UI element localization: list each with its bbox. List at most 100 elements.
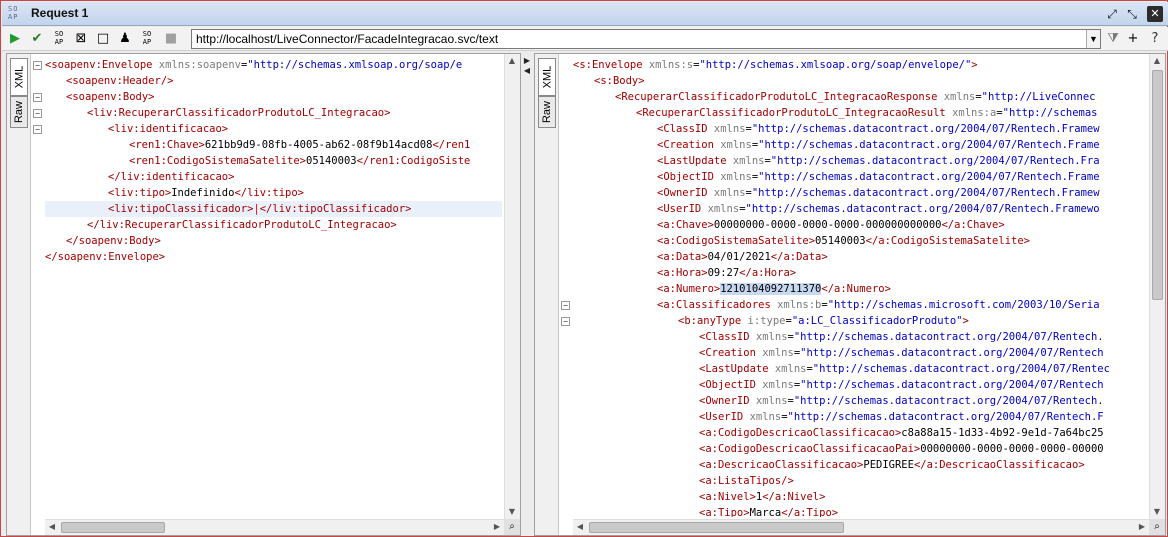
xml-token-tag: <a:Chave> (657, 219, 714, 231)
xml-token-val: "a:LC_ClassificadorProduto" (791, 315, 963, 327)
fold-toggle-icon[interactable]: − (33, 125, 42, 134)
xml-token-tag: </ren1:CodigoSiste (356, 155, 471, 167)
xml-line: <liv:tipo>Indefinido</liv:tipo> (45, 185, 304, 201)
user-icon[interactable]: ♟ (116, 30, 134, 48)
request-xml-editor[interactable]: <soapenv:Envelope xmlns:soapenv="http://… (45, 57, 502, 517)
scroll-right-icon[interactable]: ▶ (490, 520, 504, 534)
xml-token-tag: <Creation (699, 347, 763, 359)
xml-line: <liv:tipoClassificador>|</liv:tipoClassi… (45, 201, 502, 217)
scroll-thumb[interactable] (61, 522, 165, 533)
xml-line: <LastUpdate xmlns="http://schemas.dataco… (573, 361, 1110, 377)
xml-line: <a:Tipo>Marca</a:Tipo> (573, 505, 838, 517)
soap-icon[interactable]: SO AP (50, 30, 68, 48)
plus-icon[interactable]: + (1124, 30, 1142, 48)
vertical-scrollbar[interactable]: ▲ ▼ (1149, 54, 1165, 519)
xml-line: <b:anyType i:type="a:LC_ClassificadorPro… (573, 313, 969, 329)
xml-token-attr: xmlns (713, 123, 746, 135)
xml-token-val: "http://schemas.datacontract.org/2004/07… (793, 331, 1104, 343)
xml-token-tag: <UserID (657, 203, 708, 215)
tab-raw[interactable]: Raw (10, 96, 28, 128)
vertical-scrollbar[interactable]: ▲ ▼ (504, 54, 520, 519)
fit-icon[interactable]: ⊠ (72, 30, 90, 48)
xml-token-tag: <a:Nivel> (699, 491, 756, 503)
response-xml-viewer[interactable]: <s:Envelope xmlns:s="http://schemas.xmls… (573, 57, 1147, 517)
scroll-up-icon[interactable]: ▲ (505, 54, 519, 68)
endpoint-url-field[interactable]: http://localhost/LiveConnector/FacadeInt… (191, 29, 1101, 49)
xml-token-tag: <soapenv:Body> (66, 91, 155, 103)
xml-token-tag: <liv:tipo> (108, 187, 172, 199)
soap-logo-icon: SO AP (8, 5, 19, 21)
soap-doc-icon[interactable]: SO AP (138, 30, 156, 48)
xml-token-tag: <RecuperarClassificadorProdutoLC_Integra… (615, 91, 944, 103)
xml-token-tag: > (971, 59, 978, 71)
scroll-down-icon[interactable]: ▼ (1150, 505, 1164, 519)
request-view-tabs: XML Raw (7, 54, 31, 535)
xml-token-txt: 00000000-0000-0000-0000-00000 (920, 443, 1104, 455)
xml-token-tag: </a:Numero> (821, 283, 891, 295)
filter-icon[interactable]: ⧩ (1104, 30, 1122, 48)
xml-line: <ObjectID xmlns="http://schemas.datacont… (573, 169, 1100, 185)
detach-icon[interactable]: ⤢ (1104, 6, 1120, 22)
tab-xml[interactable]: XML (10, 58, 28, 96)
xml-line: <soapenv:Header/> (45, 73, 173, 89)
xml-token-tag: </soapenv:Body> (66, 235, 161, 247)
scroll-down-icon[interactable]: ▼ (505, 505, 519, 519)
window-title: Request 1 (31, 6, 89, 20)
xml-token-tag: <liv:identificacao> (108, 123, 229, 135)
xml-token-tag: <s:Envelope (573, 59, 649, 71)
xml-token-tag: <Creation (657, 139, 721, 151)
maximize-icon[interactable]: ⤡ (1124, 6, 1140, 22)
xml-token-tag: </a:Chave> (941, 219, 1005, 231)
panel-splitter[interactable]: ▶ ◀ (521, 53, 533, 536)
horizontal-scrollbar[interactable]: ◀ ▶ (573, 519, 1149, 535)
close-icon[interactable]: ✕ (1147, 6, 1163, 22)
soapui-request-window: SO AP Request 1 ⤢ ⤡ ✕ ▶ ✔ SO AP ⊠ □ ♟ SO AP… (0, 0, 1168, 537)
help-icon[interactable]: ? (1146, 30, 1164, 48)
scroll-left-icon[interactable]: ◀ (573, 520, 587, 534)
response-view-tabs: XML Raw (535, 54, 559, 535)
xml-token-attr: xmlns (732, 155, 765, 167)
xml-token-attr: xmlns (720, 171, 752, 183)
xml-token-val: "http://schemas.datacontract.org/2004/07… (800, 379, 1104, 391)
xml-token-txt: 05140003 (306, 155, 357, 167)
xml-line: </soapenv:Body> (45, 233, 161, 249)
check-icon[interactable]: ✔ (28, 30, 46, 48)
xml-token-tag: <a:Tipo> (699, 507, 750, 517)
fold-toggle-icon[interactable]: − (561, 301, 570, 310)
xml-line: <RecuperarClassificadorProdutoLC_Integra… (573, 105, 1098, 121)
xml-line: <LastUpdate xmlns="http://schemas.dataco… (573, 153, 1100, 169)
collapse-right-icon[interactable]: ▶ (523, 57, 531, 65)
xml-token-tag: > (962, 315, 969, 327)
xml-token-txt: Marca (749, 507, 782, 517)
fold-toggle-icon[interactable]: − (561, 317, 570, 326)
fold-gutter: − − (559, 54, 573, 535)
play-icon[interactable]: ▶ (6, 30, 24, 48)
xml-line: <OwnerID xmlns="http://schemas.datacontr… (573, 393, 1104, 409)
scroll-thumb[interactable] (1152, 70, 1163, 300)
scroll-left-icon[interactable]: ◀ (45, 520, 59, 534)
tab-raw[interactable]: Raw (538, 96, 556, 128)
zoom-icon[interactable]: ⌕ (504, 519, 520, 535)
tab-xml[interactable]: XML (538, 58, 556, 96)
xml-token-val: "http://schemas.datacontract.org/2004/07… (793, 395, 1104, 407)
collapse-left-icon[interactable]: ◀ (523, 67, 531, 75)
horizontal-scrollbar[interactable]: ◀ ▶ (45, 519, 504, 535)
zoom-icon[interactable]: ⌕ (1149, 519, 1165, 535)
xml-token-tag: <ClassID (699, 331, 756, 343)
fold-toggle-icon[interactable]: − (33, 93, 42, 102)
xml-token-txt: Indefinido (171, 187, 235, 199)
scroll-right-icon[interactable]: ▶ (1135, 520, 1149, 534)
scroll-up-icon[interactable]: ▲ (1150, 54, 1164, 68)
stop-icon[interactable]: ■ (162, 30, 180, 48)
chevron-down-icon[interactable]: ▼ (1086, 30, 1100, 48)
square-icon[interactable]: □ (94, 30, 112, 48)
xml-line: <ObjectID xmlns="http://schemas.datacont… (573, 377, 1104, 393)
xml-token-tag: </a:Tipo> (781, 507, 839, 517)
xml-token-val: "http://schemas.datacontract.org/2004/07… (745, 203, 1100, 215)
xml-line: <UserID xmlns="http://schemas.datacontra… (573, 201, 1100, 217)
scroll-thumb[interactable] (589, 522, 844, 533)
xml-token-tag: </liv:tipoClassificador> (259, 203, 412, 215)
fold-toggle-icon[interactable]: − (33, 61, 42, 70)
xml-token-tag: <OwnerID (699, 395, 756, 407)
fold-toggle-icon[interactable]: − (33, 109, 42, 118)
